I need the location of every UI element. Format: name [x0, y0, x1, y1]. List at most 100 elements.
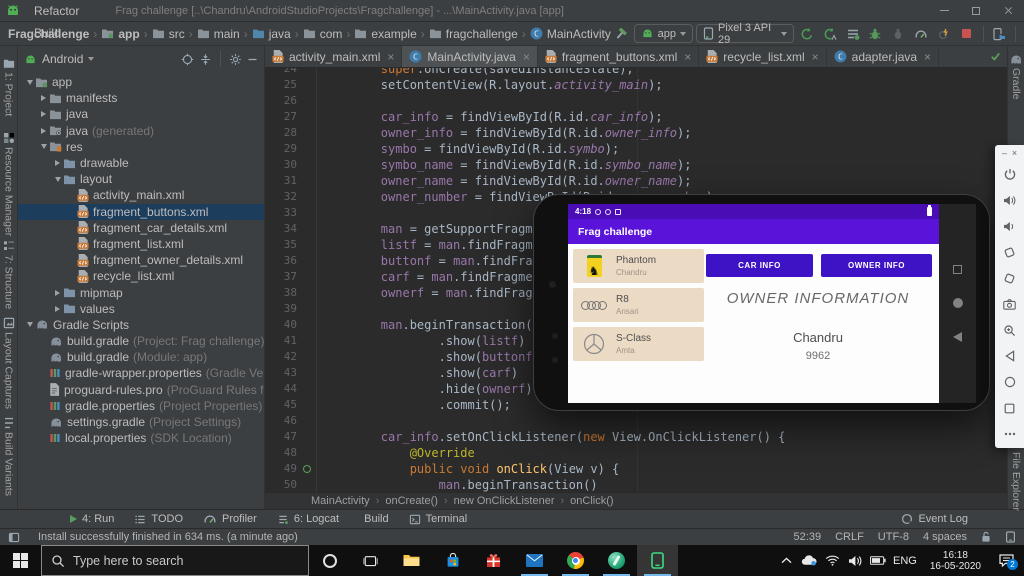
tool-tab----project[interactable]: 1: Project — [0, 58, 17, 116]
tree-right-arrow-icon[interactable] — [38, 95, 49, 101]
tree-down-arrow-icon[interactable] — [24, 80, 35, 85]
recents-button[interactable] — [953, 265, 962, 274]
editor-breadcrumb-item[interactable]: onClick() — [570, 495, 613, 507]
tree-item-fragment_buttons.xml[interactable]: fragment_buttons.xml — [18, 204, 264, 220]
chevron-up-icon[interactable] — [778, 557, 794, 564]
tree-item-java[interactable]: java(generated) — [18, 123, 264, 139]
caret-position[interactable]: 52:39 — [794, 531, 822, 543]
sync-spark-button[interactable] — [934, 24, 954, 44]
tool-tab-file-explorer[interactable]: File Explorer — [1008, 438, 1024, 511]
run-configurations-button[interactable] — [843, 24, 863, 44]
tool-tab-layout-captures[interactable]: Layout Captures — [0, 317, 17, 409]
tree-right-arrow-icon[interactable] — [52, 160, 63, 166]
tree-item-fragment_owner_details.xml[interactable]: fragment_owner_details.xml — [18, 252, 264, 268]
toolwindow-build[interactable]: Build — [359, 513, 388, 525]
tree-item-gradle-wrapper.properties[interactable]: gradle-wrapper.properties(Gradle Version… — [18, 365, 264, 381]
breadcrumb-app[interactable]: app — [101, 27, 139, 41]
taskbar-clock[interactable]: 16:18 16-05-2020 — [924, 550, 987, 572]
lock-icon[interactable] — [981, 531, 991, 543]
emulator-minimize-icon[interactable]: – — [1002, 148, 1007, 158]
close-button[interactable] — [992, 0, 1024, 22]
tree-item-layout[interactable]: layout — [18, 171, 264, 187]
breadcrumb-com[interactable]: com — [303, 27, 343, 41]
toolwindow----run[interactable]: 4: Run — [70, 513, 114, 525]
close-tab-icon[interactable]: × — [684, 50, 691, 64]
emulator-screenshot-button[interactable] — [998, 291, 1022, 317]
event-log-button[interactable]: Event Log — [901, 513, 968, 525]
tree-item-settings.gradle[interactable]: settings.gradle(Project Settings) — [18, 414, 264, 430]
device-selector[interactable]: Pixel 3 API 29 — [696, 24, 794, 43]
taskbar-emulator-button[interactable] — [637, 545, 678, 576]
editor-tab-recycle_list.xml[interactable]: recycle_list.xml× — [699, 46, 826, 67]
breadcrumb-fragchallenge[interactable]: fragchallenge — [429, 27, 518, 41]
tool-tab-gradle[interactable]: Gradle — [1008, 54, 1024, 100]
editor-breadcrumb-item[interactable]: onCreate() — [385, 495, 438, 507]
toolwindow-terminal[interactable]: Terminal — [409, 513, 468, 525]
close-tab-icon[interactable]: × — [523, 50, 530, 64]
editor-breadcrumb-item[interactable]: new OnClickListener — [454, 495, 555, 507]
toolwindow-todo[interactable]: TODO — [134, 513, 183, 525]
profile-disabled-button[interactable] — [888, 24, 908, 44]
editor-tab-activity_main.xml[interactable]: activity_main.xml× — [265, 46, 402, 67]
toolwindow-toggle-icon[interactable] — [8, 532, 20, 543]
editor-tab-fragment_buttons.xml[interactable]: fragment_buttons.xml× — [538, 46, 699, 67]
debug-button[interactable] — [866, 24, 886, 44]
tree-right-arrow-icon[interactable] — [52, 290, 63, 296]
apply-code-changes-button[interactable] — [820, 24, 840, 44]
breadcrumb-example[interactable]: example — [354, 27, 416, 41]
device-file-explorer-button[interactable] — [989, 24, 1009, 44]
indent-indicator[interactable]: 4 spaces — [923, 531, 967, 543]
run-config-selector[interactable]: app — [634, 24, 693, 43]
tree-item-local.properties[interactable]: local.properties(SDK Location) — [18, 430, 264, 446]
tree-item-gradle.properties[interactable]: gradle.properties(Project Properties) — [18, 398, 264, 414]
breadcrumb-java[interactable]: java — [252, 27, 291, 41]
toolwindow----logcat[interactable]: 6: Logcat — [277, 513, 339, 525]
build-button[interactable] — [611, 24, 631, 44]
taskbar-search[interactable] — [41, 545, 309, 576]
emulator-close-icon[interactable]: × — [1012, 148, 1017, 158]
language-indicator[interactable]: ENG — [893, 555, 917, 567]
tree-down-arrow-icon[interactable] — [24, 322, 35, 327]
tree-item-manifests[interactable]: manifests — [18, 90, 264, 106]
collapse-all-icon[interactable] — [199, 53, 212, 66]
tool-tab----structure[interactable]: 7: Structure — [0, 240, 17, 309]
menu-refactor[interactable]: Refactor — [26, 0, 89, 22]
tree-item-drawable[interactable]: drawable — [18, 155, 264, 171]
tree-item-build.gradle[interactable]: build.gradle(Module: app) — [18, 349, 264, 365]
emulator-overview-button[interactable] — [998, 395, 1022, 421]
taskbar-chrome-button[interactable] — [555, 545, 596, 576]
car-list-item-s-class[interactable]: S-ClassAmta — [573, 327, 704, 361]
tree-down-arrow-icon[interactable] — [38, 144, 49, 149]
taskbar-task-view-button[interactable] — [350, 545, 391, 576]
locate-file-icon[interactable] — [181, 53, 194, 66]
emulator-zoom-button[interactable] — [998, 317, 1022, 343]
volume-icon[interactable] — [847, 555, 863, 567]
emulator-back-button[interactable] — [998, 343, 1022, 369]
taskbar-android-studio-button[interactable] — [596, 545, 637, 576]
onedrive-icon[interactable] — [801, 555, 817, 566]
taskbar-gift-button[interactable] — [473, 545, 514, 576]
taskbar-cortana-button[interactable] — [309, 545, 350, 576]
emulator-home-button[interactable] — [998, 369, 1022, 395]
taskbar-mail-button[interactable] — [514, 545, 555, 576]
tree-item-java[interactable]: java — [18, 106, 264, 122]
back-button[interactable] — [953, 332, 962, 342]
tree-right-arrow-icon[interactable] — [52, 306, 63, 312]
search-input[interactable] — [73, 554, 273, 568]
tool-tab-build-variants[interactable]: Build Variants — [0, 417, 17, 496]
tree-item-res[interactable]: res — [18, 139, 264, 155]
emulator-rotate-left-button[interactable] — [998, 239, 1022, 265]
notification-center-icon[interactable]: 2 — [994, 554, 1018, 567]
close-tab-icon[interactable]: × — [387, 50, 394, 64]
stop-button[interactable] — [957, 24, 977, 44]
settings-gear-icon[interactable] — [229, 53, 242, 66]
maximize-button[interactable] — [960, 0, 992, 22]
apply-changes-button[interactable] — [797, 24, 817, 44]
editor-tab-mainactivity.java[interactable]: CMainActivity.java× — [402, 46, 538, 67]
emulator-rotate-right-button[interactable] — [998, 265, 1022, 291]
tree-item-app[interactable]: app — [18, 74, 264, 90]
battery-icon[interactable] — [870, 556, 886, 565]
line-ending-indicator[interactable]: CRLF — [835, 531, 864, 543]
tree-item-fragment_car_details.xml[interactable]: fragment_car_details.xml — [18, 220, 264, 236]
breadcrumb-mainactivity[interactable]: CMainActivity — [530, 27, 611, 41]
